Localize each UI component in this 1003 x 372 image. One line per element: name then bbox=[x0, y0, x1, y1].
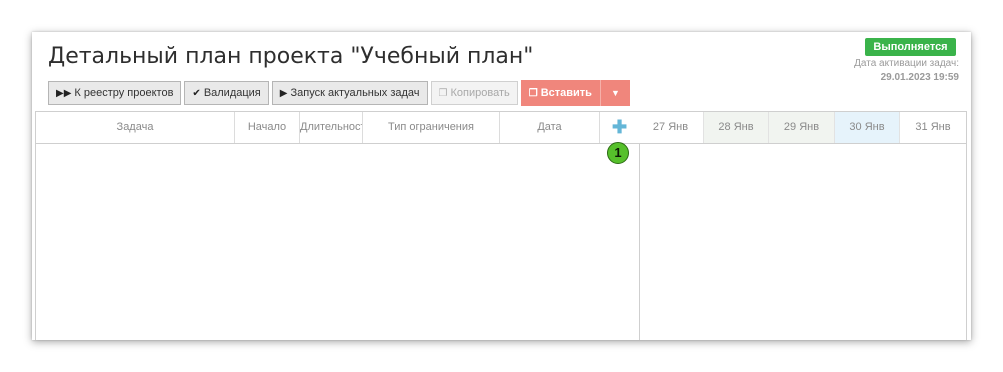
status-badge: Выполняется bbox=[865, 38, 956, 56]
timeline-day: 27 Янв bbox=[638, 112, 704, 143]
timeline-header: 27 Янв 28 Янв 29 Янв 30 Янв 31 Янв bbox=[638, 112, 966, 144]
caret-down-icon: ▼ bbox=[610, 88, 620, 98]
launch-tasks-button[interactable]: ▶ Запуск актуальных задач bbox=[271, 81, 428, 105]
paste-label: Вставить bbox=[540, 87, 592, 99]
copy-icon: ❐ bbox=[438, 87, 448, 99]
task-grid-header: Задача Начало Длительность Тип ограничен… bbox=[36, 112, 639, 144]
paste-dropdown-button[interactable]: ▼ bbox=[599, 80, 630, 106]
timeline-day: 29 Янв bbox=[769, 112, 835, 143]
activation-date-value: 29.01.2023 19:59 bbox=[880, 72, 959, 83]
back-to-registry-button[interactable]: ▶▶ К реестру проектов bbox=[48, 81, 182, 105]
add-task-button[interactable]: ✚ bbox=[600, 112, 639, 143]
column-header-duration[interactable]: Длительность bbox=[300, 112, 363, 143]
column-header-task[interactable]: Задача bbox=[36, 112, 235, 143]
column-header-constraint-type[interactable]: Тип ограничения bbox=[363, 112, 500, 143]
timeline-day: 28 Янв bbox=[704, 112, 769, 143]
validation-label: Валидация bbox=[203, 87, 261, 99]
timeline-day: 31 Янв bbox=[900, 112, 966, 143]
play-icon: ▶ bbox=[279, 87, 288, 99]
column-header-date[interactable]: Дата bbox=[500, 112, 600, 143]
timeline-grid: 27 Янв 28 Янв 29 Янв 30 Янв 31 Янв bbox=[638, 111, 967, 340]
activation-date-label: Дата активации задач: bbox=[854, 58, 959, 69]
column-header-start[interactable]: Начало bbox=[235, 112, 300, 143]
step-marker-badge: 1 bbox=[607, 142, 629, 164]
copy-button[interactable]: ❐ Копировать bbox=[430, 81, 518, 105]
gantt-panel: Детальный план проекта "Учебный план" Вы… bbox=[32, 32, 971, 340]
paste-button[interactable]: ❐ Вставить bbox=[520, 80, 600, 106]
validation-button[interactable]: ✔ Валидация bbox=[184, 81, 269, 105]
task-grid: Задача Начало Длительность Тип ограничен… bbox=[35, 111, 640, 340]
page-title: Детальный план проекта "Учебный план" bbox=[48, 44, 534, 69]
paste-icon: ❐ bbox=[528, 87, 538, 99]
fast-forward-icon: ▶▶ bbox=[56, 87, 72, 99]
double-check-icon: ✔ bbox=[192, 87, 201, 99]
launch-tasks-label: Запуск актуальных задач bbox=[290, 87, 420, 99]
timeline-day: 30 Янв bbox=[835, 112, 900, 143]
toolbar: ▶▶ К реестру проектов ✔ Валидация ▶ Запу… bbox=[48, 80, 630, 106]
back-to-registry-label: К реестру проектов bbox=[74, 87, 174, 99]
copy-label: Копировать bbox=[450, 87, 510, 99]
plus-icon: ✚ bbox=[611, 117, 628, 137]
